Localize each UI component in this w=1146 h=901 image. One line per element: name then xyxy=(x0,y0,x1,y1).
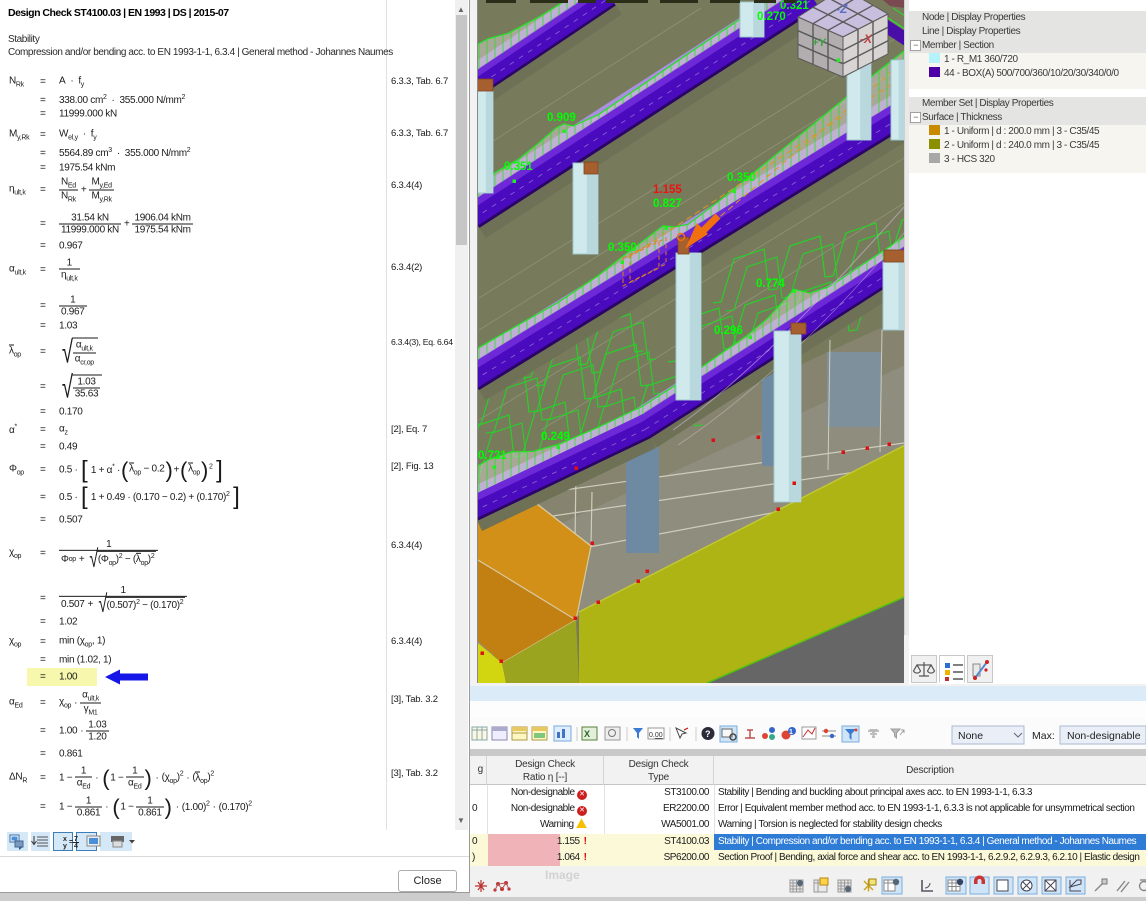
svg-text:0.909: 0.909 xyxy=(547,112,576,124)
svg-text:0.827: 0.827 xyxy=(653,198,682,210)
svg-text:None: None xyxy=(958,730,983,742)
svg-text:0.774: 0.774 xyxy=(756,278,785,290)
svg-text:?: ? xyxy=(705,729,711,739)
svg-text:x: x xyxy=(63,836,67,843)
svg-text:1.155: 1.155 xyxy=(653,184,682,196)
svg-text:4: 4 xyxy=(74,843,78,850)
svg-text:1: 1 xyxy=(789,729,793,736)
svg-text:0.00: 0.00 xyxy=(649,732,663,739)
svg-text:7: 7 xyxy=(74,836,78,843)
svg-text:0.270: 0.270 xyxy=(757,11,786,23)
svg-text:+Y: +Y xyxy=(812,37,827,49)
svg-text:Max:: Max: xyxy=(1032,730,1055,742)
svg-text:0.350: 0.350 xyxy=(608,242,637,254)
svg-text:0.351: 0.351 xyxy=(504,161,533,173)
svg-text:0.731: 0.731 xyxy=(478,450,507,462)
svg-text:X: X xyxy=(584,729,590,739)
svg-text:Non-designable: Non-designable xyxy=(1067,730,1141,742)
svg-text:-Z: -Z xyxy=(836,2,848,16)
svg-text:0.249: 0.249 xyxy=(541,431,570,443)
svg-text:=: = xyxy=(69,839,73,846)
svg-text:-X: -X xyxy=(860,32,873,46)
svg-text:0.350: 0.350 xyxy=(727,172,756,184)
svg-text:0.296: 0.296 xyxy=(714,325,743,337)
svg-text:y: y xyxy=(63,843,67,850)
